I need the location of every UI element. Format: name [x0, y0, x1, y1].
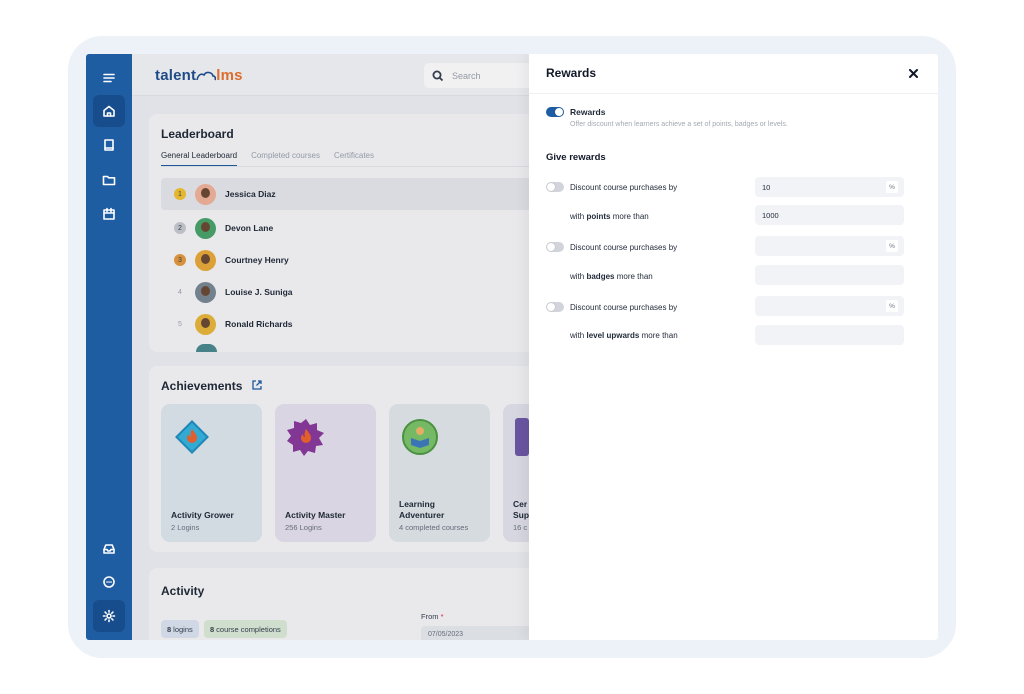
rewards-toggle-label: Rewards: [570, 107, 606, 117]
rewards-panel: Rewards Rewards Offer discount when lear…: [529, 54, 938, 640]
percent-suffix: %: [886, 240, 898, 252]
percent-suffix: %: [886, 300, 898, 312]
calendar-icon: [103, 207, 115, 220]
nav-files[interactable]: [93, 164, 125, 196]
nav-inbox[interactable]: [93, 533, 125, 565]
level-threshold-input[interactable]: [755, 325, 904, 345]
rewards-toggle[interactable]: [546, 107, 564, 117]
gear-icon: [102, 609, 116, 623]
nav-messages[interactable]: [93, 566, 125, 598]
give-rewards-title: Give rewards: [546, 152, 606, 163]
home-icon: [103, 105, 115, 117]
discount-label: Discount course purchases by: [570, 183, 678, 192]
points-discount-toggle[interactable]: [546, 182, 564, 192]
panel-title: Rewards: [546, 66, 597, 80]
chat-icon: [103, 576, 115, 588]
inbox-icon: [103, 544, 115, 554]
discount-label: Discount course purchases by: [570, 243, 678, 252]
app-screen: talent lms Search Leaderboard General Lea…: [86, 54, 938, 640]
close-button[interactable]: [904, 64, 922, 82]
rewards-help-text: Offer discount when learners achieve a s…: [570, 121, 788, 128]
badges-criterion-label: with badges more than: [570, 272, 653, 281]
points-threshold-input[interactable]: 1000: [755, 205, 904, 225]
discount-label: Discount course purchases by: [570, 303, 678, 312]
points-discount-input[interactable]: 10 %: [755, 177, 904, 197]
level-criterion-label: with level upwards more than: [570, 331, 678, 340]
percent-suffix: %: [886, 181, 898, 193]
badges-discount-input[interactable]: %: [755, 236, 904, 256]
menu-button[interactable]: [93, 62, 125, 94]
folder-icon: [102, 175, 116, 186]
badges-threshold-input[interactable]: [755, 265, 904, 285]
nav-home[interactable]: [93, 95, 125, 127]
nav-courses[interactable]: [93, 129, 125, 161]
hamburger-icon: [103, 73, 115, 83]
level-discount-input[interactable]: %: [755, 296, 904, 316]
nav-settings[interactable]: [93, 600, 125, 632]
panel-divider: [529, 93, 938, 94]
book-icon: [104, 139, 114, 151]
level-discount-toggle[interactable]: [546, 302, 564, 312]
nav-calendar[interactable]: [93, 198, 125, 230]
badges-discount-toggle[interactable]: [546, 242, 564, 252]
close-icon: [908, 68, 918, 78]
points-criterion-label: with points more than: [570, 212, 649, 221]
sidebar-rail: [86, 54, 132, 640]
